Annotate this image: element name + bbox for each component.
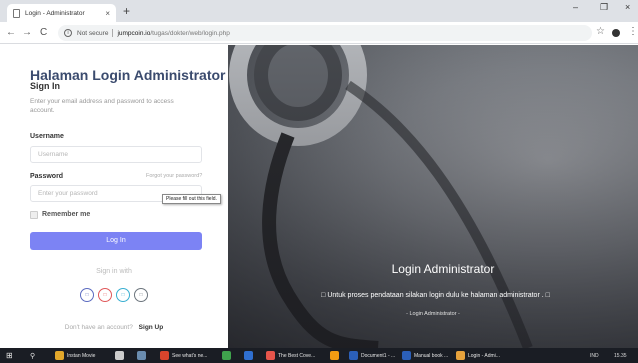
bookmark-star-icon[interactable]: ☆ xyxy=(596,26,605,37)
taskbar-app-icon xyxy=(55,351,64,360)
hero-text: □ Untuk proses pendataan silakan login d… xyxy=(321,292,550,299)
hero-image-panel: Login Administrator □ Untuk proses penda… xyxy=(228,45,638,348)
language-indicator[interactable]: IND xyxy=(590,348,599,363)
password-label: Password xyxy=(30,173,64,180)
hero-caption: - Login Administrator - xyxy=(406,311,460,317)
sign-in-heading: Sign In xyxy=(30,81,60,91)
taskbar-app-icon xyxy=(115,351,124,360)
info-icon[interactable]: i xyxy=(64,29,72,37)
taskbar-app[interactable] xyxy=(244,348,256,363)
windows-taskbar: ⊞ ⚲ Instan Movie See what's ne... The Be… xyxy=(0,348,638,363)
taskbar-app[interactable]: Document1 - ... xyxy=(349,348,395,363)
tab-close-icon[interactable]: × xyxy=(105,9,110,18)
forgot-password-link[interactable]: Forgot your password? xyxy=(146,173,202,179)
validation-tooltip: Please fill out this field. xyxy=(162,194,221,204)
not-secure-label: Not secure xyxy=(77,29,109,37)
signup-link[interactable]: Sign Up xyxy=(139,324,164,331)
taskbar-app[interactable]: Instan Movie xyxy=(55,348,95,363)
taskbar-app-icon xyxy=(137,351,146,360)
signup-prompt-text: Don't have an account? xyxy=(64,324,133,331)
taskbar-app-icon xyxy=(266,351,275,360)
url-host: jumpcoin.io xyxy=(117,29,151,37)
browser-toolbar: ← → C i Not secure jumpcoin.io/tugas/dok… xyxy=(0,22,638,44)
new-tab-button[interactable]: + xyxy=(123,4,130,18)
taskbar-app-icon xyxy=(244,351,253,360)
taskbar-app-icon xyxy=(330,351,339,360)
tab-title: Login - Administrator xyxy=(25,9,85,17)
remember-me-checkbox[interactable] xyxy=(30,211,38,219)
hero-overlay xyxy=(228,45,638,348)
username-input[interactable] xyxy=(30,146,202,163)
browser-tab[interactable]: Login - Administrator × xyxy=(7,4,116,22)
minimize-button[interactable]: – xyxy=(573,2,578,12)
taskbar-app[interactable]: Manual book ... xyxy=(402,348,448,363)
login-button[interactable]: Log In xyxy=(30,232,202,250)
taskbar-app-icon xyxy=(402,351,411,360)
taskbar-app[interactable] xyxy=(115,348,127,363)
facebook-icon[interactable]: □ xyxy=(80,288,94,302)
google-icon[interactable]: □ xyxy=(98,288,112,302)
twitter-icon[interactable]: □ xyxy=(116,288,130,302)
taskbar-app[interactable] xyxy=(222,348,234,363)
social-login-group: □ □ □ □ xyxy=(80,288,148,302)
taskbar-app-icon xyxy=(349,351,358,360)
browser-menu-icon[interactable]: ⋮ xyxy=(628,26,638,37)
sign-in-description: Enter your email address and password to… xyxy=(30,98,174,114)
username-label: Username xyxy=(30,133,64,140)
hero-title: Login Administrator xyxy=(391,262,495,276)
forward-button[interactable]: → xyxy=(22,26,32,40)
back-button[interactable]: ← xyxy=(6,26,16,40)
url-path: /tugas/dokter/web/login.php xyxy=(150,29,230,37)
start-button[interactable]: ⊞ xyxy=(6,348,13,363)
url-divider xyxy=(112,29,114,37)
browser-tab-strip: Login - Administrator × + – ❐ × xyxy=(0,0,638,22)
clock[interactable]: 15.35 xyxy=(614,348,627,363)
signup-prompt: Don't have an account? Sign Up xyxy=(0,324,228,331)
taskbar-app[interactable]: The Best Cove... xyxy=(266,348,315,363)
taskbar-app[interactable]: Login - Admi... xyxy=(456,348,500,363)
taskbar-app-icon xyxy=(456,351,465,360)
sign-in-with-label: Sign in with xyxy=(96,268,132,275)
close-window-button[interactable]: × xyxy=(625,2,630,12)
github-icon[interactable]: □ xyxy=(134,288,148,302)
search-icon[interactable]: ⚲ xyxy=(30,348,35,363)
maximize-button[interactable]: ❐ xyxy=(600,2,608,13)
taskbar-app[interactable]: See what's ne... xyxy=(160,348,207,363)
taskbar-app[interactable] xyxy=(330,348,342,363)
taskbar-app-icon xyxy=(222,351,231,360)
page-icon xyxy=(13,8,20,18)
address-bar[interactable]: i Not secure jumpcoin.io/tugas/dokter/we… xyxy=(58,25,592,41)
taskbar-app[interactable] xyxy=(137,348,149,363)
remember-me-label[interactable]: Remember me xyxy=(42,211,90,218)
extension-icon[interactable] xyxy=(612,29,620,37)
taskbar-app-icon xyxy=(160,351,169,360)
login-panel: Halaman Login Administrator Sign In Ente… xyxy=(0,45,228,348)
reload-button[interactable]: C xyxy=(40,26,47,40)
